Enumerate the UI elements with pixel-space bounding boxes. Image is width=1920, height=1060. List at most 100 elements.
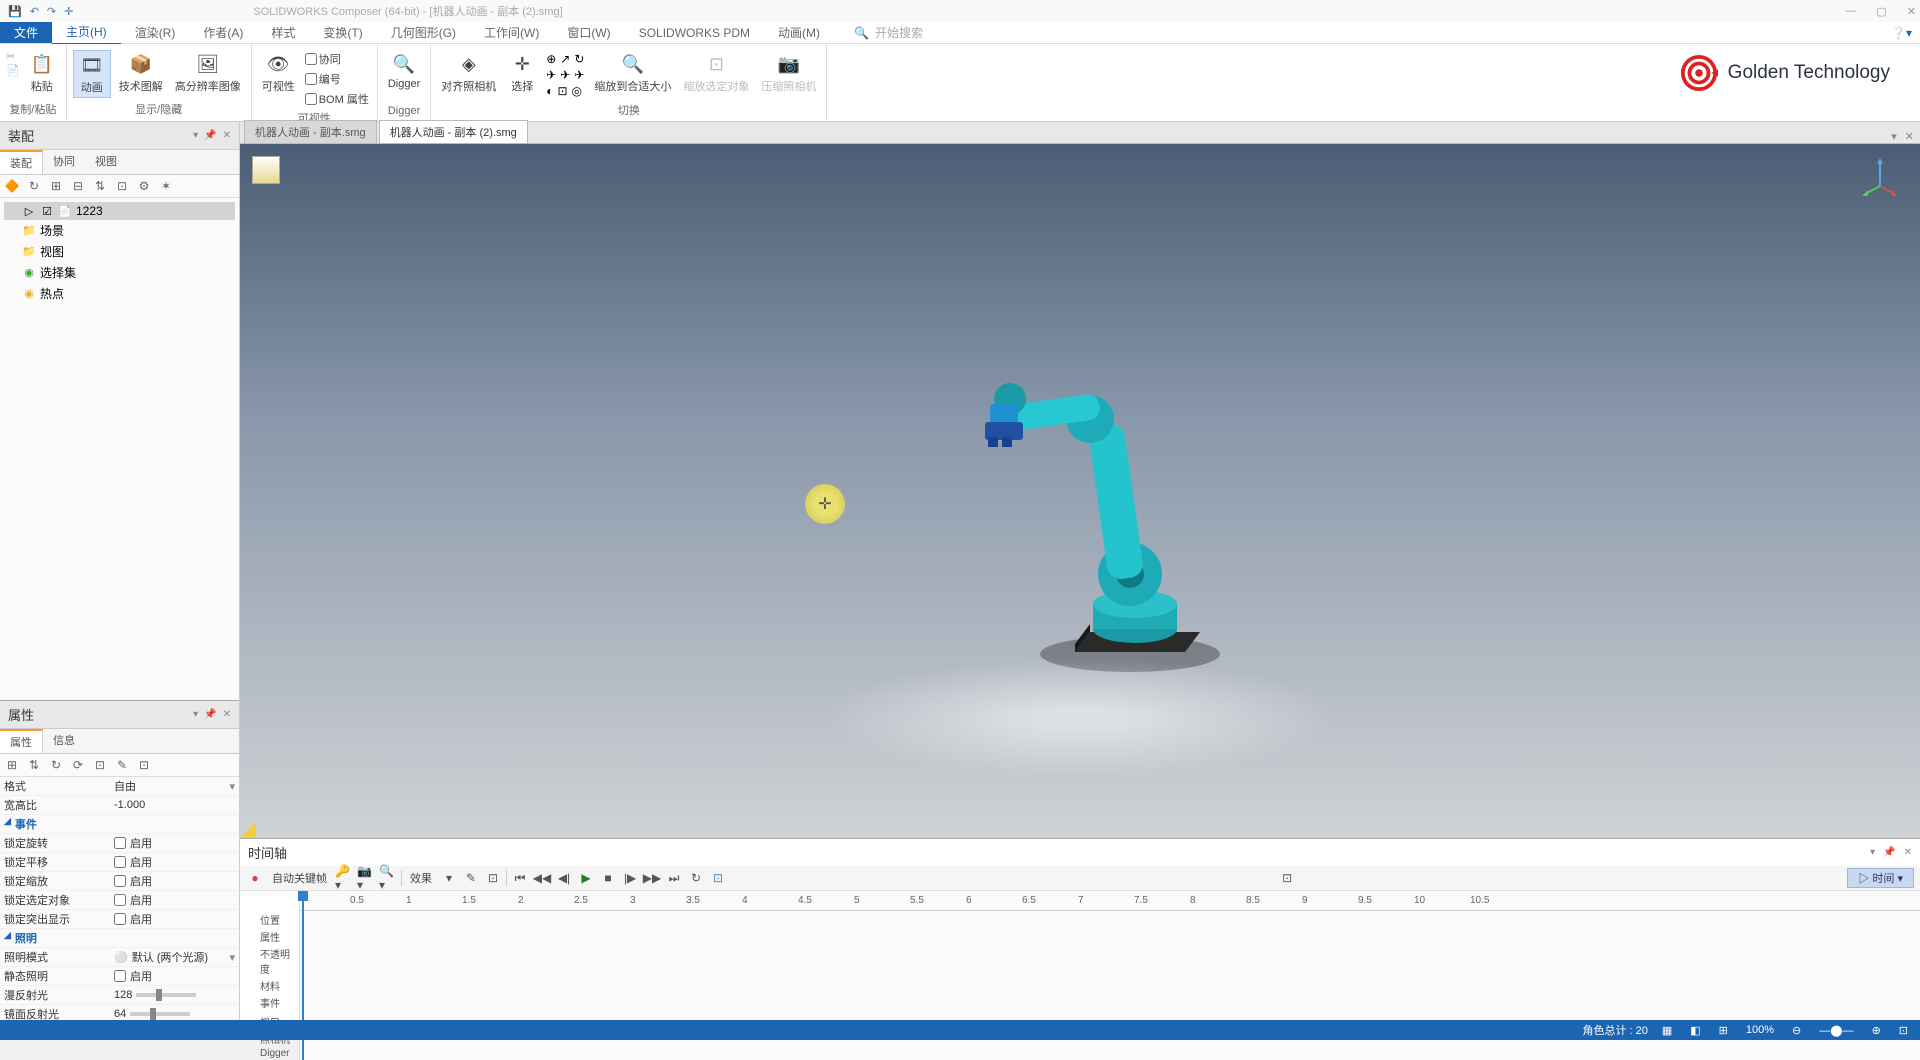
dropdown-icon[interactable]: ▾	[193, 709, 198, 720]
close-icon[interactable]: ✕	[1904, 847, 1912, 858]
property-row[interactable]: 锁定选定对象启用	[0, 891, 239, 910]
property-row[interactable]: 锁定旋转启用	[0, 834, 239, 853]
timeline-track[interactable]: 属性	[240, 928, 299, 945]
status-icon[interactable]: ▦	[1658, 1024, 1676, 1037]
tool-icon[interactable]: ✈	[574, 68, 584, 82]
close-icon[interactable]: ✕	[1905, 130, 1914, 143]
menu-tab-style[interactable]: 样式	[257, 21, 309, 44]
tool-icon[interactable]: ⊟	[70, 178, 86, 194]
menu-tab-window[interactable]: 窗口(W)	[553, 21, 624, 44]
tool-icon[interactable]: ◎	[572, 84, 582, 98]
menu-tab-home[interactable]: 主页(H)	[52, 20, 121, 45]
viewport-mode-icon[interactable]	[252, 156, 280, 184]
close-icon[interactable]: ✕	[223, 709, 231, 720]
property-row[interactable]: 格式自由▾	[0, 777, 239, 796]
status-zoom[interactable]: 100%	[1742, 1024, 1778, 1036]
close-icon[interactable]: ✕	[1907, 5, 1916, 18]
key-icon[interactable]: 🔑▾	[335, 869, 353, 887]
step-fwd-icon[interactable]: |▶	[621, 869, 639, 887]
animation-button[interactable]: 🎞 动画	[73, 50, 111, 98]
pin-icon[interactable]: 📌	[204, 130, 216, 141]
property-row[interactable]: 锁定突出显示启用	[0, 910, 239, 929]
document-tab[interactable]: 机器人动画 - 副本 (2).smg	[379, 120, 528, 143]
tool-icon[interactable]: ⊞	[48, 178, 64, 194]
copy-icon[interactable]: 📄	[6, 64, 20, 77]
hires-image-button[interactable]: 🖼 高分辨率图像	[171, 50, 245, 96]
tech-illustration-button[interactable]: 📦 技术图解	[115, 50, 167, 96]
search-area[interactable]: 🔍 开始搜索	[854, 24, 923, 41]
menu-tab-geometry[interactable]: 几何图形(G)	[377, 21, 470, 44]
zoom-fit-button[interactable]: 🔍缩放到合适大小	[590, 50, 675, 96]
record-icon[interactable]: ●	[246, 869, 264, 887]
tool-icon[interactable]: ⊡	[114, 178, 130, 194]
timeline-track[interactable]: Digger	[240, 1047, 299, 1060]
maximize-icon[interactable]: ▢	[1876, 5, 1886, 18]
tool-icon[interactable]: ⇅	[92, 178, 108, 194]
property-row[interactable]: 静态照明启用	[0, 967, 239, 986]
tab-collab[interactable]: 协同	[43, 150, 85, 174]
tool-icon[interactable]: ✈	[560, 68, 570, 82]
tab-assembly[interactable]: 装配	[0, 150, 43, 174]
tool-icon[interactable]: ◐	[546, 84, 553, 98]
tool-icon[interactable]: ⊡	[709, 869, 727, 887]
property-row[interactable]: 锁定缩放启用	[0, 872, 239, 891]
pin-icon[interactable]: 📌	[204, 709, 216, 720]
undo-icon[interactable]: ↶	[30, 5, 39, 18]
redo-icon[interactable]: ↷	[47, 5, 56, 18]
menu-tab-transform[interactable]: 变换(T)	[309, 21, 376, 44]
zoom-slider[interactable]: —⬤—	[1815, 1024, 1857, 1037]
tree-item[interactable]: ◉热点	[4, 283, 235, 304]
collab-checkbox[interactable]: 协同	[303, 50, 371, 68]
last-icon[interactable]: ⏭	[665, 869, 683, 887]
digger-button[interactable]: 🔍 Digger	[384, 50, 424, 92]
property-row[interactable]: 照明	[0, 929, 239, 948]
property-row[interactable]: 漫反射光128	[0, 986, 239, 1005]
step-back-icon[interactable]: ◀|	[555, 869, 573, 887]
next-icon[interactable]: ▶▶	[643, 869, 661, 887]
property-row[interactable]: 宽高比-1.000	[0, 796, 239, 815]
tool-icon[interactable]: ⊕	[546, 52, 556, 66]
digger-icon[interactable]: 🔍▾	[379, 869, 397, 887]
tool-icon[interactable]: ✈	[546, 68, 556, 82]
tool-icon[interactable]: ↻	[48, 757, 64, 773]
timeline-track[interactable]: 不透明度	[240, 945, 299, 977]
menu-tab-animation[interactable]: 动画(M)	[764, 21, 834, 44]
properties-body[interactable]: 格式自由▾宽高比-1.000事件锁定旋转启用锁定平移启用锁定缩放启用锁定选定对象…	[0, 777, 239, 1020]
file-menu[interactable]: 文件	[0, 22, 52, 43]
timeline-track[interactable]: 事件	[240, 994, 299, 1011]
tool-icon[interactable]: ⊡	[557, 84, 567, 98]
tool-icon[interactable]: ⊞	[4, 757, 20, 773]
assembly-tree[interactable]: ▷☑📄1223 📁场景 📁视图 ◉选择集 ◉热点	[0, 198, 239, 308]
minimize-icon[interactable]: —	[1845, 5, 1856, 18]
align-camera-button[interactable]: ◈对齐照相机	[437, 50, 500, 96]
tab-view[interactable]: 视图	[85, 150, 127, 174]
robot-model[interactable]	[980, 274, 1230, 674]
tree-item[interactable]: ▷☑📄1223	[4, 202, 235, 220]
tool-icon[interactable]: ↻	[574, 52, 584, 66]
dropdown-icon[interactable]: ▾	[193, 130, 198, 141]
pin-icon[interactable]: 📌	[1883, 847, 1895, 858]
document-tab[interactable]: 机器人动画 - 副本.smg	[244, 120, 377, 143]
move-icon[interactable]: ✛	[64, 5, 73, 18]
tool-icon[interactable]: ✶	[158, 178, 174, 194]
tree-item[interactable]: 📁场景	[4, 220, 235, 241]
timeline-ruler[interactable]: 0.511.522.533.544.555.566.577.588.599.51…	[300, 891, 1920, 911]
visibility-button[interactable]: 👁 可视性	[258, 50, 299, 96]
save-icon[interactable]: 💾	[8, 5, 22, 18]
cut-icon[interactable]: ✂	[6, 50, 20, 63]
help-icon[interactable]: ❔▾	[1891, 26, 1912, 40]
dropdown-icon[interactable]: ▾	[1870, 847, 1875, 858]
tool-icon[interactable]: ⟳	[70, 757, 86, 773]
menu-tab-pdm[interactable]: SOLIDWORKS PDM	[625, 23, 764, 43]
select-button[interactable]: ✛选择	[504, 50, 540, 96]
tree-item[interactable]: ◉选择集	[4, 262, 235, 283]
status-icon[interactable]: ⊞	[1715, 1024, 1732, 1037]
status-icon[interactable]: ◧	[1686, 1024, 1704, 1037]
close-icon[interactable]: ✕	[223, 130, 231, 141]
tab-properties[interactable]: 属性	[0, 729, 43, 753]
zoom-out-icon[interactable]: ⊖	[1788, 1024, 1805, 1037]
timeline-track[interactable]: 位置	[240, 911, 299, 928]
tool-icon[interactable]: ✎	[114, 757, 130, 773]
tool-icon[interactable]: 🔶	[4, 178, 20, 194]
first-icon[interactable]: ⏮	[511, 869, 529, 887]
